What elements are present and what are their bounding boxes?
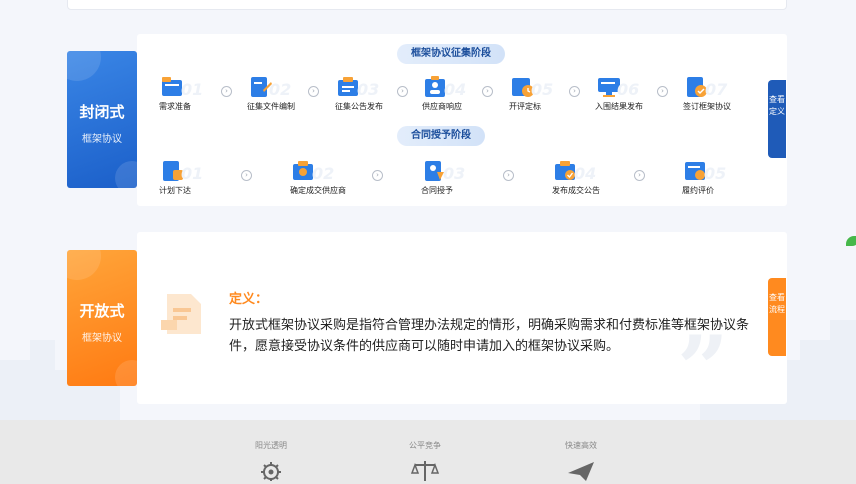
definition-title: 定义： — [229, 292, 269, 307]
step-label: 发布成交公告 — [552, 186, 600, 195]
closed-tag-title: 封闭式 — [79, 103, 125, 121]
open-framework-tag: 开放式 框架协议 — [67, 250, 137, 386]
step-sign-framework[interactable]: 07 签订框架协议 — [683, 74, 763, 114]
chevron-right-icon: › — [241, 170, 252, 181]
top-card — [67, 0, 787, 10]
step-publish-deal[interactable]: 04 发布成交公告 — [552, 158, 632, 198]
chevron-right-icon: › — [397, 86, 408, 97]
feature-fair: 公平竞争 — [390, 440, 460, 484]
step-performance-rating[interactable]: 05 履约评价 — [682, 158, 762, 198]
document-icon — [161, 294, 201, 334]
open-tag-subtitle: 框架协议 — [82, 333, 122, 344]
closed-tag-subtitle: 框架协议 — [82, 134, 122, 145]
chevron-right-icon: › — [482, 86, 493, 97]
view-definition-button[interactable]: 查看定义 — [768, 80, 786, 158]
step-label: 征集文件编制 — [247, 102, 295, 111]
step-label: 征集公告发布 — [335, 102, 383, 111]
scale-icon — [410, 461, 440, 481]
step-label: 需求准备 — [159, 102, 191, 111]
closed-framework-tag: 封闭式 框架协议 — [67, 51, 137, 188]
gear-icon — [261, 462, 281, 482]
chevron-right-icon: › — [308, 86, 319, 97]
step-label: 确定成交供应商 — [290, 186, 346, 195]
stage-collection-title: 框架协议征集阶段 — [397, 44, 505, 64]
step-contract-award[interactable]: 03 合同授予 — [421, 158, 501, 198]
feature-efficient: 快速高效 — [546, 440, 616, 484]
open-tag-title: 开放式 — [79, 302, 125, 320]
step-plan-issue[interactable]: 01 计划下达 — [159, 158, 239, 198]
leaf-decoration-icon — [846, 236, 856, 246]
paper-plane-icon — [568, 462, 594, 481]
chevron-right-icon: › — [634, 170, 645, 181]
chevron-right-icon: › — [372, 170, 383, 181]
feature-transparent: 阳光透明 — [236, 440, 306, 484]
stage-contract-title: 合同授予阶段 — [397, 126, 485, 146]
step-label: 供应商响应 — [422, 102, 462, 111]
view-process-button[interactable]: 查看流程 — [768, 278, 786, 356]
step-confirm-supplier[interactable]: 02 确定成交供应商 — [290, 158, 370, 198]
chevron-right-icon: › — [657, 86, 668, 97]
closed-framework-panel: 框架协议征集阶段 01 需求准备 › 02 征集文件编制 › 03 征集公告发布… — [137, 34, 787, 206]
footer-features: 阳光透明 公平竞争 快速高效 — [0, 420, 856, 484]
step-label: 履约评价 — [682, 186, 714, 195]
chevron-right-icon: › — [503, 170, 514, 181]
step-label: 入围结果发布 — [595, 102, 643, 111]
step-label: 计划下达 — [159, 186, 191, 195]
open-framework-panel: 定义： 开放式框架协议采购是指符合管理办法规定的情形，明确采购需求和付费标准等框… — [137, 232, 787, 414]
step-label: 开评定标 — [509, 102, 541, 111]
step-label: 合同授予 — [421, 186, 453, 195]
quote-mark-icon: ” — [677, 316, 729, 422]
chevron-right-icon: › — [569, 86, 580, 97]
step-label: 签订框架协议 — [683, 102, 731, 111]
chevron-right-icon: › — [221, 86, 232, 97]
